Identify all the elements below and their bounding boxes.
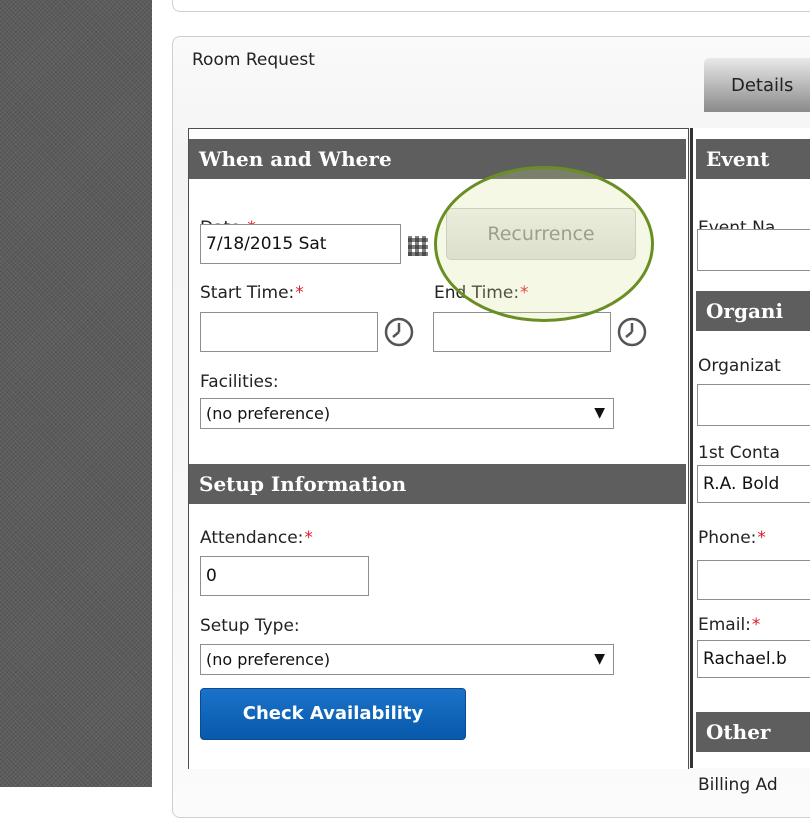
email-label: Email:* [698,615,761,635]
recurrence-button[interactable]: Recurrence [446,208,636,260]
tab-details-label: Details [731,75,794,96]
organization-input[interactable] [697,384,810,426]
setup-type-label: Setup Type: [200,616,300,636]
billing-address-label: Billing Ad [698,775,778,795]
start-time-label: Start Time:* [200,283,304,303]
setup-type-select[interactable]: (no preference) ▼ [200,644,614,675]
organization-header: Organi [696,291,810,331]
attendance-label: Attendance:* [200,528,313,548]
email-input[interactable]: Rachael.b [697,640,810,678]
end-time-label: End Time:* [434,283,529,303]
start-time-clock-icon[interactable] [383,316,415,348]
phone-label: Phone:* [698,528,766,548]
end-time-clock-icon[interactable] [616,316,648,348]
when-where-header: When and Where [189,139,686,179]
setup-type-select-value: (no preference) [206,650,331,669]
setup-information-header: Setup Information [189,464,686,504]
panel-title: Room Request [192,50,315,70]
facilities-label: Facilities: [200,372,279,392]
check-availability-button[interactable]: Check Availability [200,688,466,740]
other-header: Other [696,712,810,752]
attendance-input[interactable]: 0 [200,556,369,596]
tab-details[interactable]: Details [704,58,810,112]
event-name-input[interactable] [697,229,810,271]
calendar-icon[interactable] [408,236,428,256]
chevron-down-icon: ▼ [594,405,605,421]
phone-input[interactable] [697,560,810,600]
facilities-select-value: (no preference) [206,404,331,423]
first-contact-label: 1st Conta [698,443,780,463]
facilities-select[interactable]: (no preference) ▼ [200,398,614,429]
left-background-strip [0,0,152,787]
end-time-input[interactable] [433,312,611,352]
organization-label: Organizat [698,356,781,376]
start-time-input[interactable] [200,312,378,352]
chevron-down-icon: ▼ [594,651,605,667]
top-card-edge [172,0,810,12]
event-header: Event [696,139,810,179]
date-input[interactable]: 7/18/2015 Sat [200,224,401,264]
first-contact-input[interactable]: R.A. Bold [697,465,810,503]
